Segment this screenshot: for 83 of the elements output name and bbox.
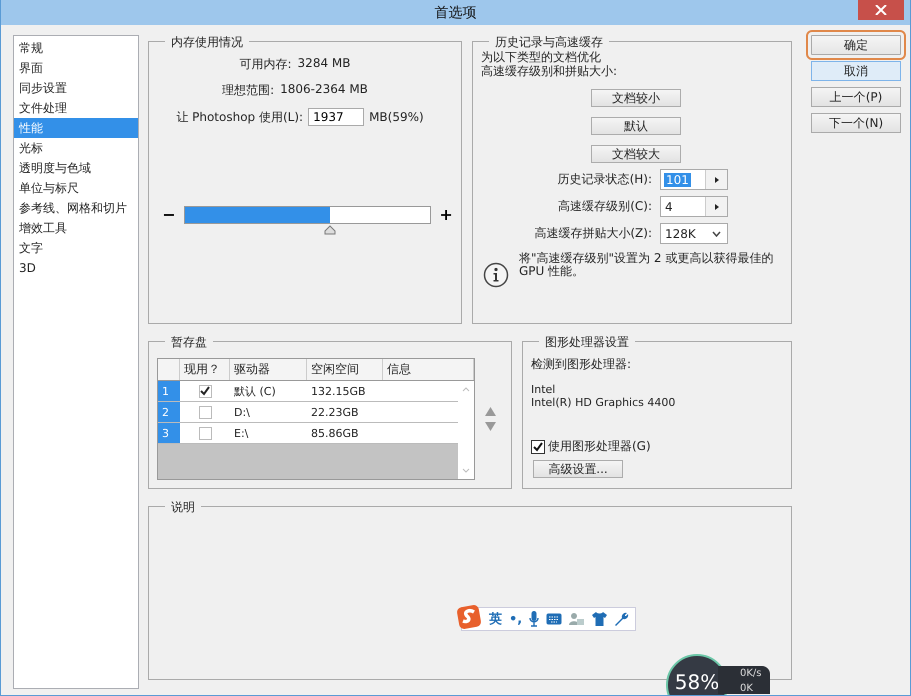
column-header: 信息 bbox=[383, 359, 474, 380]
description-text: 高速缓存级别和拼贴大小: bbox=[481, 64, 618, 78]
table-cell-text: D:\ bbox=[233, 406, 251, 418]
gpu-vendor: Intel bbox=[531, 383, 556, 396]
keyboard-icon[interactable] bbox=[546, 613, 562, 625]
usage-percent: 58% bbox=[674, 670, 720, 694]
column-header: 驱动器 bbox=[230, 359, 307, 380]
category-item[interactable]: 透明度与色域 bbox=[14, 158, 138, 178]
field-label: 高速缓存拼贴大小(Z): bbox=[534, 225, 652, 242]
shirt-icon[interactable] bbox=[592, 612, 608, 626]
field-value: 3284 MB bbox=[298, 56, 350, 72]
triangle-icon bbox=[714, 176, 718, 182]
checkbox-label: 使用图形处理器(G) bbox=[548, 438, 651, 455]
row-number: 2 bbox=[158, 402, 180, 422]
field-label: 高速缓存级别(C): bbox=[558, 198, 652, 215]
input-mode[interactable]: 英 bbox=[489, 610, 502, 628]
ime-logo-icon[interactable] bbox=[456, 604, 482, 630]
gpu-model: Intel(R) HD Graphics 4400 bbox=[531, 396, 676, 409]
close-button[interactable] bbox=[858, 0, 904, 20]
value-field[interactable]: 4 bbox=[660, 196, 728, 217]
group-title: 说明 bbox=[165, 499, 201, 516]
group-title: 内存使用情况 bbox=[165, 34, 249, 51]
info-text: 将"高速缓存级别"设置为 2 或更高以获得最佳的 GPU 性能。 bbox=[519, 252, 774, 278]
move-down-icon[interactable] bbox=[485, 422, 496, 431]
dialog-button[interactable]: 上一个(P) bbox=[811, 87, 901, 107]
preset-button[interactable]: 默认 bbox=[591, 117, 681, 135]
table-cell-text: 132.15GB bbox=[310, 384, 367, 398]
speed-reading: 0K bbox=[740, 683, 754, 694]
table-cell-text: 默认 (C) bbox=[233, 384, 277, 398]
window-title: 首选项 bbox=[434, 4, 476, 22]
punctuation-mode[interactable]: •, bbox=[509, 612, 522, 626]
field-value: 1806-2364 MB bbox=[280, 82, 368, 98]
field-label: 理想范围: bbox=[222, 82, 274, 99]
increase-button[interactable]: + bbox=[439, 205, 453, 224]
microphone-icon[interactable] bbox=[529, 611, 540, 627]
preset-button[interactable]: 文档较小 bbox=[591, 89, 681, 107]
field-label: 可用内存: bbox=[240, 56, 292, 73]
category-item[interactable]: 同步设置 bbox=[14, 78, 138, 98]
category-item[interactable]: 3D bbox=[14, 258, 138, 278]
checkbox[interactable] bbox=[198, 426, 212, 440]
advanced-settings-button[interactable]: 高级设置... bbox=[533, 460, 623, 478]
group-title: 暂存盘 bbox=[165, 334, 213, 351]
category-item[interactable]: 增效工具 bbox=[14, 218, 138, 238]
arrow-button[interactable] bbox=[705, 170, 727, 189]
field-label: 让 Photoshop 使用(L): bbox=[176, 108, 304, 126]
category-item[interactable]: 文件处理 bbox=[14, 98, 138, 118]
unit-label: MB(59%) bbox=[369, 110, 424, 124]
group-title: 图形处理器设置 bbox=[539, 334, 635, 351]
group-title: 历史记录与高速缓存 bbox=[489, 34, 609, 51]
category-item[interactable]: 参考线、网格和切片 bbox=[14, 198, 138, 218]
info-icon bbox=[483, 262, 509, 288]
table-cell-text: 85.86GB bbox=[310, 426, 360, 440]
close-icon bbox=[875, 5, 887, 15]
value-field[interactable]: 128K bbox=[660, 223, 728, 244]
category-item[interactable]: 界面 bbox=[14, 58, 138, 78]
checkbox[interactable] bbox=[531, 440, 545, 454]
decrease-button[interactable]: − bbox=[162, 205, 176, 224]
field-label: 历史记录状态(H): bbox=[558, 171, 652, 188]
column-header: 现用？ bbox=[180, 359, 230, 380]
chevron-icon bbox=[712, 230, 720, 236]
dialog-button[interactable]: 取消 bbox=[811, 61, 901, 81]
row-number: 1 bbox=[158, 381, 180, 401]
user-card-icon[interactable] bbox=[569, 612, 586, 626]
wrench-icon[interactable] bbox=[614, 612, 630, 626]
move-up-icon[interactable] bbox=[485, 407, 496, 416]
column-header: 空闲空间 bbox=[307, 359, 383, 380]
arrow-button[interactable] bbox=[705, 197, 727, 216]
category-item[interactable]: 常规 bbox=[14, 38, 138, 58]
memory-input[interactable]: 1937 bbox=[308, 108, 364, 126]
table-cell-text: 22.23GB bbox=[310, 406, 360, 418]
preset-button[interactable]: 文档较大 bbox=[591, 145, 681, 163]
dialog-button[interactable]: 下一个(N) bbox=[811, 113, 901, 133]
table-cell-text: E:\ bbox=[233, 426, 250, 440]
row-number: 3 bbox=[158, 423, 180, 443]
field-label: 检测到图形处理器: bbox=[531, 356, 632, 373]
checkbox[interactable] bbox=[198, 384, 212, 398]
checkbox[interactable] bbox=[198, 406, 212, 418]
triangle-icon bbox=[714, 204, 718, 210]
category-item[interactable]: 文字 bbox=[14, 238, 138, 258]
category-item[interactable]: 单位与标尺 bbox=[14, 178, 138, 198]
category-item[interactable]: 光标 bbox=[14, 138, 138, 158]
description-text: 为以下类型的文档优化 bbox=[481, 50, 602, 64]
speed-reading: 0K/s bbox=[740, 668, 762, 679]
